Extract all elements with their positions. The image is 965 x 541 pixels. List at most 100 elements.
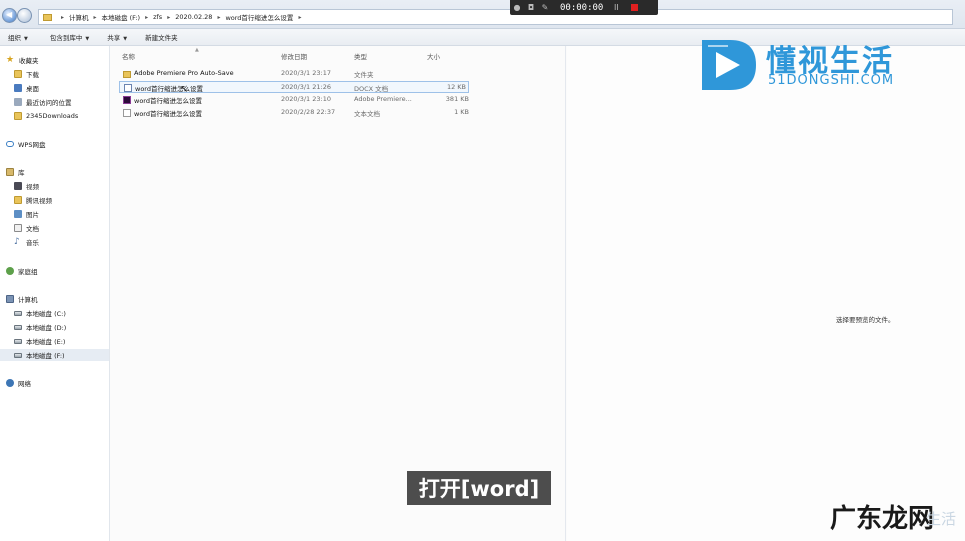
nav-label: 本地磁盘 (F:) [26, 352, 65, 360]
nav-label: 视频 [26, 183, 39, 191]
file-type: 文件夹 [354, 71, 374, 79]
address-bar: ◀ ▸ 计算机 ▸ 本地磁盘 (F:) ▸ zfs ▸ 2020.02.28 ▸… [0, 0, 965, 29]
breadcrumb-computer[interactable]: 计算机 [69, 12, 89, 22]
file-type: Adobe Premiere... [354, 95, 412, 103]
text-document-icon [123, 109, 131, 117]
video-subtitle: 打开[word] [407, 471, 551, 505]
nav-drive-f[interactable]: 本地磁盘 (F:) [0, 349, 109, 361]
recent-places-icon [14, 98, 22, 106]
nav-recent-places[interactable]: 最近访问的位置 [14, 96, 72, 108]
folder-icon [123, 71, 131, 78]
sort-ascending-icon: ▲ [195, 47, 199, 53]
pause-icon[interactable]: II [609, 3, 623, 12]
file-row[interactable]: word首行缩进怎么设置 2020/2/28 22:37 文本文档 1 KB [119, 107, 469, 119]
nav-drive-e[interactable]: 本地磁盘 (E:) [14, 335, 65, 347]
nav-label: 收藏夹 [19, 57, 39, 65]
nav-downloads[interactable]: 下载 [14, 68, 39, 80]
nav-label: WPS网盘 [18, 141, 46, 149]
nav-pictures[interactable]: 图片 [14, 208, 39, 220]
nav-2345downloads[interactable]: 2345Downloads [14, 110, 78, 122]
file-row[interactable]: Adobe Premiere Pro Auto-Save 2020/3/1 23… [119, 68, 469, 80]
nav-label: 文档 [26, 225, 39, 233]
nav-label: 本地磁盘 (E:) [26, 338, 66, 346]
nav-network[interactable]: 网络 [6, 377, 31, 389]
file-name: Adobe Premiere Pro Auto-Save [134, 69, 234, 77]
nav-label: 网络 [18, 380, 31, 388]
chevron-right-icon: ▸ [298, 13, 302, 21]
nav-label: 2345Downloads [26, 112, 79, 120]
nav-videos[interactable]: 视频 [14, 180, 39, 192]
hard-drive-icon [14, 324, 22, 330]
file-date: 2020/3/1 23:10 [281, 95, 331, 103]
back-arrow-icon: ◀ [6, 10, 13, 19]
dropdown-arrow-icon: ▼ [85, 36, 90, 42]
camera-icon[interactable]: ◘ [524, 3, 538, 12]
nav-documents[interactable]: 文档 [14, 222, 39, 234]
include-label: 包含到库中 [49, 34, 83, 42]
hard-drive-icon [14, 338, 22, 344]
nav-music[interactable]: ♪ 音乐 [14, 236, 39, 248]
folder-icon [14, 112, 22, 120]
forward-button[interactable] [17, 8, 32, 23]
word-document-icon [124, 84, 132, 92]
organize-button[interactable]: 组织 ▼ [0, 32, 36, 42]
share-button[interactable]: 共享 ▼ [99, 32, 135, 42]
file-type: DOCX 文档 [354, 85, 389, 93]
back-button[interactable]: ◀ [2, 8, 17, 23]
eye-icon[interactable]: ● [510, 3, 524, 12]
nav-desktop[interactable]: 桌面 [14, 82, 39, 94]
nav-label: 本地磁盘 (C:) [26, 310, 66, 318]
column-header-modified[interactable]: 修改日期 [281, 51, 307, 61]
new-folder-button[interactable]: 新建文件夹 [137, 32, 186, 42]
nav-homegroup[interactable]: 家庭组 [6, 265, 38, 277]
nav-computer[interactable]: 计算机 [6, 293, 38, 305]
chevron-right-icon: ▸ [217, 13, 221, 21]
download-folder-icon [14, 70, 22, 78]
brand-logo: 懂视生活 51DONGSHI.COM [700, 36, 920, 92]
column-header-name[interactable]: 名称 [122, 51, 135, 61]
nav-drive-d[interactable]: 本地磁盘 (D:) [14, 321, 66, 333]
nav-tencent-video[interactable]: 腾讯视频 [14, 194, 52, 206]
nav-libraries[interactable]: 库 [6, 166, 25, 178]
watermark: 广东龙网 生活 [830, 496, 960, 536]
breadcrumb[interactable]: ▸ 计算机 ▸ 本地磁盘 (F:) ▸ zfs ▸ 2020.02.28 ▸ w… [38, 9, 953, 25]
mouse-cursor-icon: ↖ [180, 84, 189, 95]
breadcrumb-current-folder[interactable]: word首行缩进怎么设置 [225, 12, 293, 22]
pen-icon[interactable]: ✎ [538, 3, 552, 12]
include-in-library-button[interactable]: 包含到库中 ▼ [42, 32, 97, 42]
file-type: 文本文档 [354, 110, 380, 118]
homegroup-icon [6, 267, 14, 275]
watermark-text: 广东龙网 [830, 504, 935, 534]
chevron-right-icon: ▸ [93, 13, 97, 21]
desktop-icon [14, 84, 22, 92]
file-row[interactable]: word首行缩进怎么设置 2020/3/1 23:10 Adobe Premie… [119, 94, 469, 106]
file-row[interactable]: word首行缩进怎么设置 2020/3/1 21:26 DOCX 文档 12 K… [119, 81, 469, 93]
share-label: 共享 [107, 34, 121, 42]
breadcrumb-zfs[interactable]: zfs [153, 13, 162, 21]
music-note-icon: ♪ [14, 237, 20, 247]
video-library-icon [14, 182, 22, 190]
organize-label: 组织 [8, 34, 21, 42]
preview-pane: 选择要预览的文件。 [567, 46, 965, 541]
dropdown-arrow-icon: ▼ [24, 36, 28, 42]
breadcrumb-drive-f[interactable]: 本地磁盘 (F:) [102, 12, 141, 22]
nav-label: 家庭组 [18, 268, 38, 276]
file-name: word首行缩进怎么设置 [135, 85, 203, 93]
picture-library-icon [14, 210, 22, 218]
stop-icon[interactable] [631, 4, 639, 11]
play-logo-icon [702, 40, 756, 90]
nav-wps-cloud[interactable]: WPS网盘 [6, 138, 45, 150]
hard-drive-icon [14, 352, 22, 358]
file-name: word首行缩进怎么设置 [134, 110, 202, 118]
file-list: ▲ 名称 修改日期 类型 大小 Adobe Premiere Pro Auto-… [111, 46, 566, 541]
column-header-size[interactable]: 大小 [427, 51, 440, 61]
column-header-type[interactable]: 类型 [354, 51, 367, 61]
computer-icon [6, 295, 14, 303]
preview-message: 选择要预览的文件。 [836, 316, 895, 324]
breadcrumb-date-folder[interactable]: 2020.02.28 [175, 13, 212, 21]
nav-favorites[interactable]: ★ 收藏夹 [6, 54, 39, 66]
file-size: 1 KB [454, 108, 469, 116]
watermark-ghost-text: 生活 [926, 510, 957, 528]
nav-drive-c[interactable]: 本地磁盘 (C:) [14, 307, 66, 319]
nav-label: 计算机 [18, 296, 38, 304]
